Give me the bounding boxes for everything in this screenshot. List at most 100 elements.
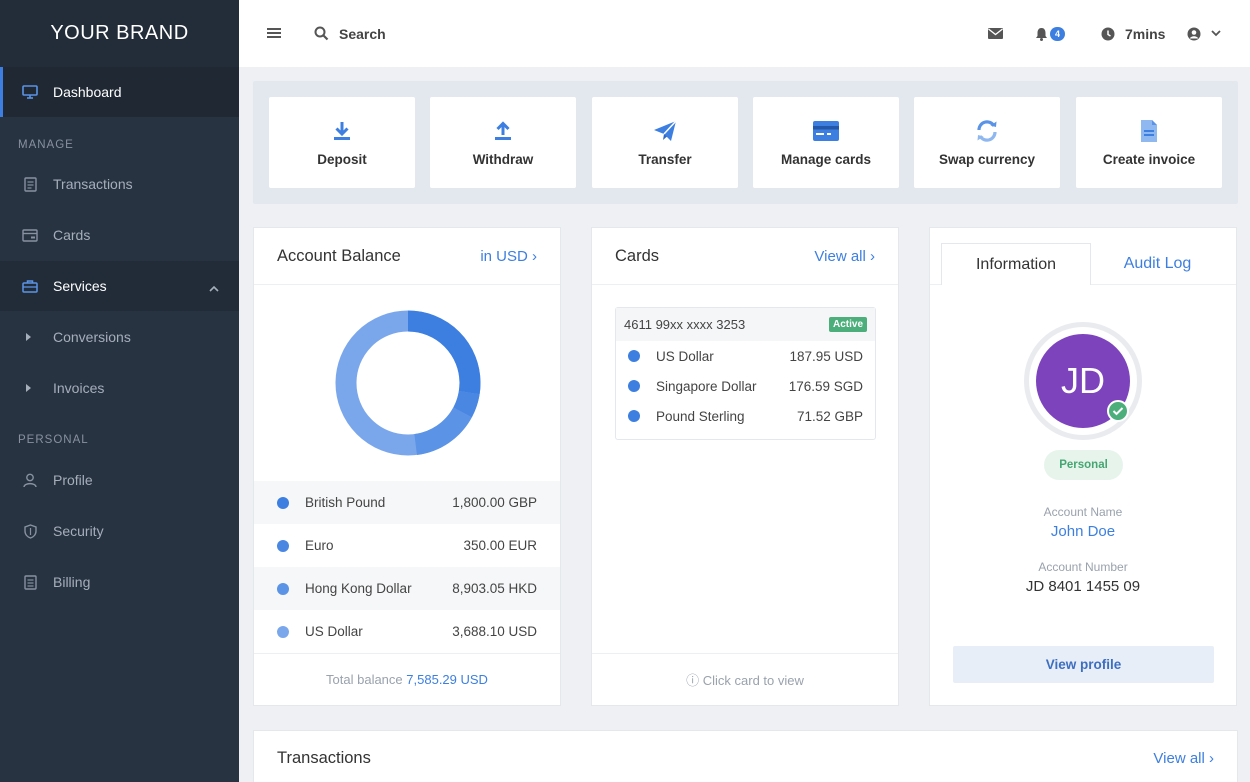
currency-name: Pound Sterling <box>656 408 745 424</box>
sidebar-item-profile[interactable]: Profile <box>0 455 239 505</box>
click-card-hint: ⓘ Click card to view <box>592 653 898 705</box>
cards-card: Cards View all › 4611 99xx xxxx 3253 Act… <box>591 227 899 706</box>
total-balance-value: 7,585.29 USD <box>406 672 488 687</box>
invoice-icon <box>1140 118 1158 144</box>
legend-dot <box>628 350 640 362</box>
view-all-transactions-link[interactable]: View all › <box>1153 750 1214 767</box>
legend-dot <box>277 539 289 552</box>
briefcase-icon <box>21 277 39 295</box>
caret-right-icon <box>26 333 31 341</box>
legend-dot <box>277 496 289 509</box>
account-balance-card: Account Balance in USD › British Pound 1… <box>253 227 561 706</box>
section-heading-manage: MANAGE <box>18 139 74 151</box>
notifications-button[interactable]: 4 <box>1035 0 1066 67</box>
balance-row[interactable]: British Pound 1,800.00 GBP <box>254 481 560 524</box>
card-icon <box>21 226 39 244</box>
status-badge: Active <box>828 317 867 332</box>
currency-name: US Dollar <box>656 348 714 364</box>
refresh-icon <box>975 118 999 144</box>
account-number: JD 8401 1455 09 <box>1025 578 1141 595</box>
manage-cards-button[interactable]: Manage cards <box>753 97 899 188</box>
card-balance-row: Pound Sterling 71.52 GBP <box>616 401 875 431</box>
account-name[interactable]: John Doe <box>930 523 1236 540</box>
user-menu-button[interactable] <box>1187 0 1221 67</box>
chevron-down-icon <box>1211 30 1221 37</box>
create-invoice-button[interactable]: Create invoice <box>1076 97 1222 188</box>
verified-check-icon <box>1107 400 1129 422</box>
shield-icon <box>21 522 39 540</box>
balance-donut-chart <box>335 310 481 461</box>
currency-amount: 3,688.10 USD <box>452 624 537 639</box>
section-heading-personal: PERSONAL <box>18 434 89 446</box>
quick-actions: Deposit Withdraw Transfer Manage cards S… <box>253 81 1238 204</box>
balance-row[interactable]: Euro 350.00 EUR <box>254 524 560 567</box>
card-header: Account Balance in USD › <box>254 228 560 285</box>
bell-icon <box>1035 27 1048 41</box>
currency-amount: 350.00 EUR <box>463 538 537 553</box>
currency-amount: 71.52 GBP <box>796 408 863 424</box>
balance-row[interactable]: US Dollar 3,688.10 USD <box>254 610 560 653</box>
sidebar-item-label: Transactions <box>53 176 133 192</box>
action-label: Transfer <box>638 152 692 167</box>
download-icon <box>333 118 351 144</box>
tab-audit-log[interactable]: Audit Log <box>1091 243 1224 285</box>
card-number: 4611 99xx xxxx 3253 <box>624 317 746 332</box>
action-label: Swap currency <box>938 152 1036 167</box>
notification-count-badge: 4 <box>1050 26 1066 41</box>
card-balance-row: Singapore Dollar 176.59 SGD <box>616 371 875 401</box>
sidebar-item-dashboard[interactable]: Dashboard <box>0 67 239 117</box>
hamburger-icon <box>267 26 281 42</box>
swap-currency-button[interactable]: Swap currency <box>914 97 1060 188</box>
currency-amount: 1,800.00 GBP <box>452 495 537 510</box>
payment-card-item[interactable]: 4611 99xx xxxx 3253 Active US Dollar 187… <box>615 307 876 440</box>
sidebar-item-label: Dashboard <box>53 84 122 100</box>
messages-button[interactable] <box>988 0 1003 67</box>
credit-card-icon <box>813 118 839 144</box>
withdraw-button[interactable]: Withdraw <box>430 97 576 188</box>
card-title: Cards <box>615 246 660 265</box>
card-number-header: 4611 99xx xxxx 3253 Active <box>616 308 875 341</box>
information-card: Information Audit Log JD Personal Accoun… <box>929 227 1237 706</box>
balance-row[interactable]: Hong Kong Dollar 8,903.05 HKD <box>254 567 560 610</box>
total-balance: Total balance 7,585.29 USD <box>254 653 560 705</box>
session-timer[interactable]: 7mins <box>1101 0 1165 67</box>
menu-toggle-button[interactable] <box>267 0 281 67</box>
transactions-card: Transactions View all › <box>253 730 1238 782</box>
currency-name: British Pound <box>305 495 386 510</box>
currency-selector-link[interactable]: in USD › <box>480 248 537 265</box>
search-icon <box>314 26 329 41</box>
sidebar-item-billing[interactable]: Billing <box>0 557 239 607</box>
paper-plane-icon <box>653 118 677 144</box>
sidebar-item-cards[interactable]: Cards <box>0 210 239 260</box>
account-number-label: Account Number <box>1038 560 1128 574</box>
card-balance-row: US Dollar 187.95 USD <box>616 341 875 371</box>
sidebar-item-services[interactable]: Services <box>0 261 239 311</box>
search-button[interactable]: Search <box>314 0 386 67</box>
action-label: Manage cards <box>780 152 872 167</box>
user-icon <box>21 471 39 489</box>
sidebar-item-security[interactable]: Security <box>0 506 239 556</box>
legend-dot <box>277 582 289 595</box>
sidebar: YOUR BRAND Dashboard MANAGE Transactions… <box>0 0 239 782</box>
currency-name: Euro <box>305 538 334 553</box>
legend-dot <box>628 380 640 392</box>
sidebar-subitem-conversions[interactable]: Conversions <box>0 312 239 362</box>
total-balance-label: Total balance <box>326 672 403 687</box>
transfer-button[interactable]: Transfer <box>592 97 738 188</box>
sidebar-item-transactions[interactable]: Transactions <box>0 159 239 209</box>
deposit-button[interactable]: Deposit <box>269 97 415 188</box>
receipt-icon <box>21 175 39 193</box>
sidebar-item-label: Conversions <box>53 329 131 345</box>
action-label: Withdraw <box>472 152 534 167</box>
sidebar-subitem-invoices[interactable]: Invoices <box>0 363 239 413</box>
action-label: Create invoice <box>1102 152 1196 167</box>
sidebar-item-label: Profile <box>53 472 93 488</box>
view-profile-button[interactable]: View profile <box>953 646 1214 683</box>
brand-logo[interactable]: YOUR BRAND <box>0 0 239 67</box>
view-all-cards-link[interactable]: View all › <box>814 248 875 265</box>
currency-amount: 8,903.05 HKD <box>452 581 537 596</box>
session-time: 7mins <box>1125 25 1166 42</box>
clock-icon <box>1101 27 1115 41</box>
account-name-label: Account Name <box>1043 505 1123 519</box>
tab-information[interactable]: Information <box>941 243 1091 285</box>
